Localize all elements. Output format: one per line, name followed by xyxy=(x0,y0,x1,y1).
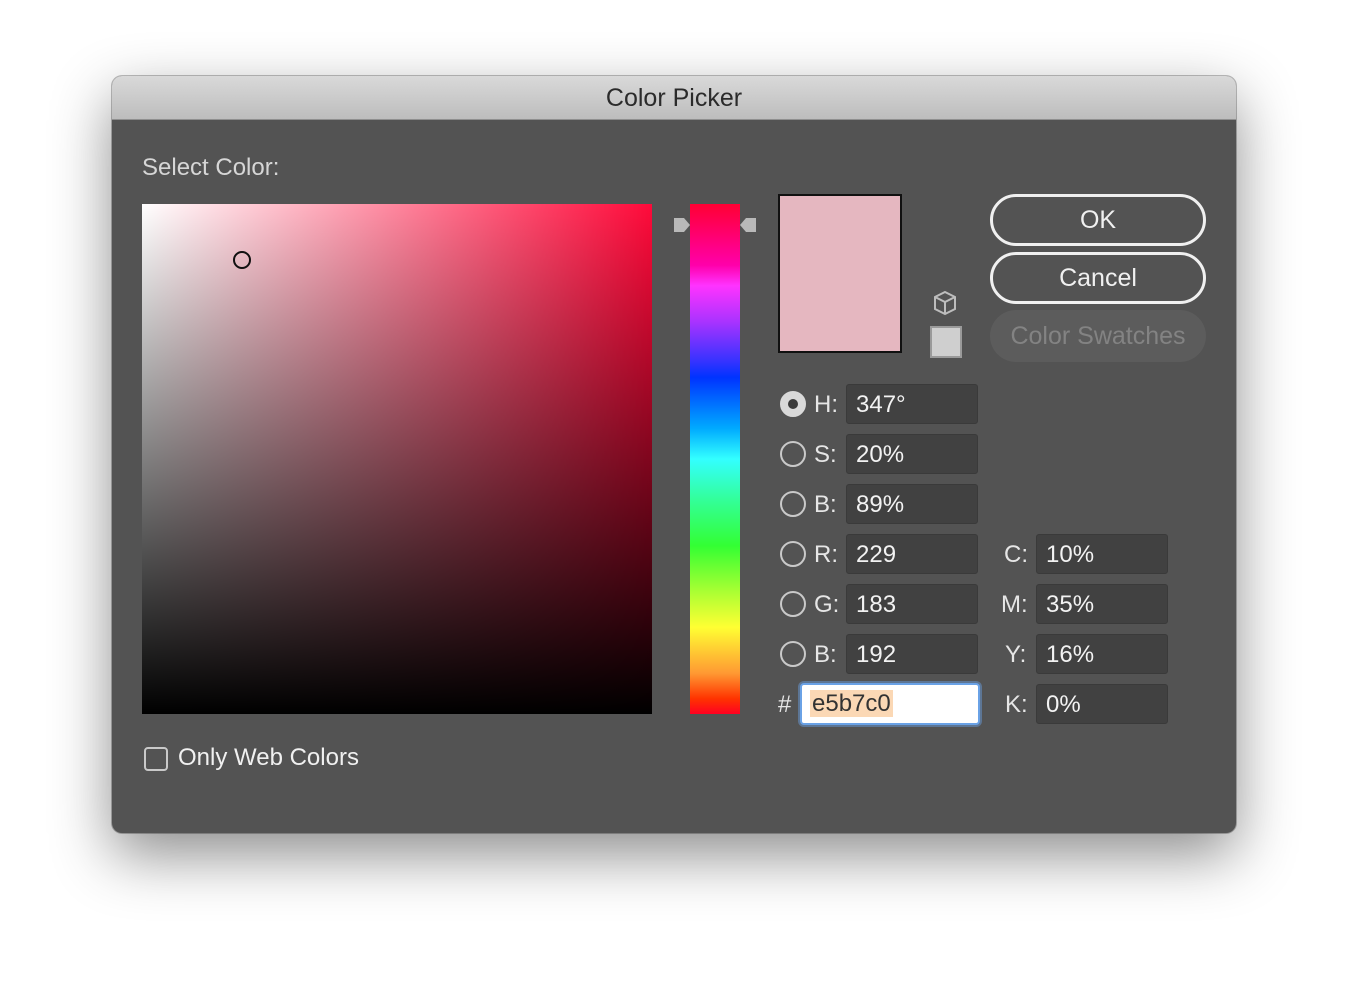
green-field[interactable]: 183 xyxy=(846,584,978,624)
hex-value: e5b7c0 xyxy=(810,690,893,717)
blue-label: B: xyxy=(814,641,837,668)
new-color-swatch xyxy=(778,194,902,353)
ok-button[interactable]: OK xyxy=(990,194,1206,246)
blue-field[interactable]: 192 xyxy=(846,634,978,674)
title-bar: Color Picker xyxy=(112,76,1236,120)
hue-slider[interactable] xyxy=(690,204,740,714)
radio-red[interactable] xyxy=(780,541,806,567)
magenta-field[interactable]: 35% xyxy=(1036,584,1168,624)
saturation-field[interactable]: 20% xyxy=(846,434,978,474)
color-swatches-button[interactable]: Color Swatches xyxy=(990,310,1206,362)
hex-input[interactable]: e5b7c0 xyxy=(800,683,980,725)
hue-label: H: xyxy=(814,391,838,418)
radio-blue[interactable] xyxy=(780,641,806,667)
yellow-label: Y: xyxy=(1005,641,1027,668)
black-label: K: xyxy=(1005,691,1028,718)
hue-field[interactable]: 347° xyxy=(846,384,978,424)
green-label: G: xyxy=(814,591,840,618)
hue-arrow-right-icon[interactable] xyxy=(740,218,756,232)
cyan-field[interactable]: 10% xyxy=(1036,534,1168,574)
cyan-label: C: xyxy=(1004,541,1028,568)
hue-arrow-left-icon[interactable] xyxy=(674,218,690,232)
radio-saturation[interactable] xyxy=(780,441,806,467)
brightness-label: B: xyxy=(814,491,837,518)
color-position-marker[interactable] xyxy=(233,251,251,269)
red-label: R: xyxy=(814,541,838,568)
black-field[interactable]: 0% xyxy=(1036,684,1168,724)
yellow-field[interactable]: 16% xyxy=(1036,634,1168,674)
magenta-label: M: xyxy=(1001,591,1028,618)
cube-icon[interactable] xyxy=(932,290,958,316)
color-picker-dialog: Color Picker Select Color: OK Cancel Col… xyxy=(112,76,1236,833)
brightness-field[interactable]: 89% xyxy=(846,484,978,524)
window-title: Color Picker xyxy=(605,84,743,112)
radio-brightness[interactable] xyxy=(780,491,806,517)
web-safe-color-swatch[interactable] xyxy=(930,326,962,358)
select-color-label: Select Color: xyxy=(142,154,280,181)
only-web-colors-checkbox[interactable] xyxy=(144,747,168,771)
red-field[interactable]: 229 xyxy=(846,534,978,574)
only-web-colors-label[interactable]: Only Web Colors xyxy=(178,744,359,772)
radio-hue[interactable] xyxy=(780,391,806,417)
hex-label: # xyxy=(778,691,792,718)
saturation-label: S: xyxy=(814,441,837,468)
saturation-brightness-field[interactable] xyxy=(142,204,652,714)
cancel-button[interactable]: Cancel xyxy=(990,252,1206,304)
radio-green[interactable] xyxy=(780,591,806,617)
